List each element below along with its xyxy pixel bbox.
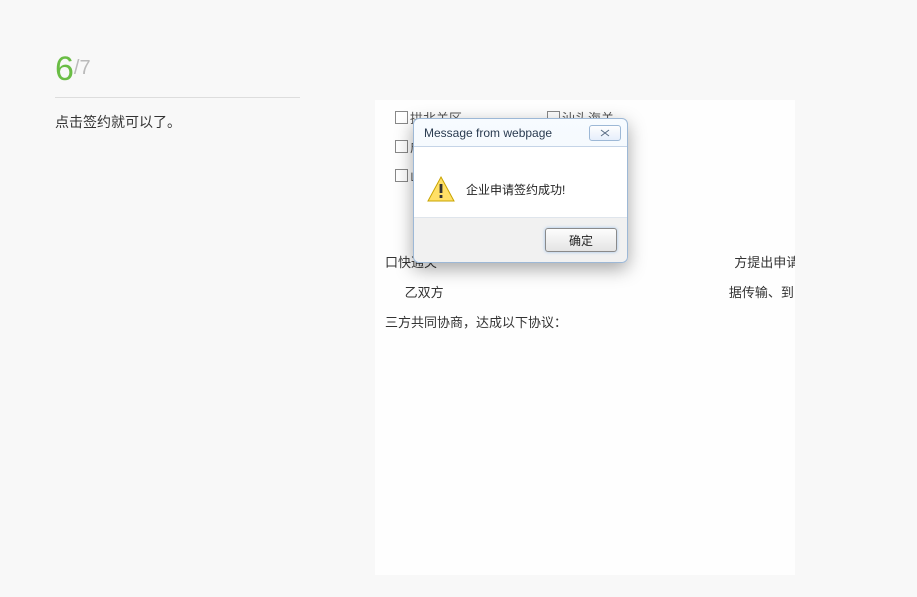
dialog-body: 企业申请签约成功! xyxy=(414,147,627,218)
dialog-title: Message from webpage xyxy=(424,126,589,140)
instruction-text: 点击签约就可以了。 xyxy=(55,112,300,132)
alert-dialog: Message from webpage 企业申请签约成功! 确定 xyxy=(413,118,628,263)
checkbox-icon[interactable] xyxy=(395,111,408,124)
dialog-message: 企业申请签约成功! xyxy=(466,181,565,198)
ok-button[interactable]: 确定 xyxy=(545,228,617,252)
step-current: 6 xyxy=(55,50,74,88)
dialog-footer: 确定 xyxy=(414,218,627,262)
step-counter: 6/7 xyxy=(55,50,300,98)
close-icon xyxy=(599,129,611,137)
checkbox-icon[interactable] xyxy=(395,169,408,182)
close-button[interactable] xyxy=(589,125,621,141)
agreement-line: 乙双方 据传输、到 xyxy=(385,278,795,308)
checkbox-icon[interactable] xyxy=(395,140,408,153)
dialog-titlebar: Message from webpage xyxy=(414,119,627,147)
agreement-line: 三方共同协商，达成以下协议： xyxy=(385,308,795,338)
step-total: /7 xyxy=(74,57,91,79)
step-panel: 6/7 点击签约就可以了。 xyxy=(55,50,300,132)
warning-icon xyxy=(426,175,456,203)
